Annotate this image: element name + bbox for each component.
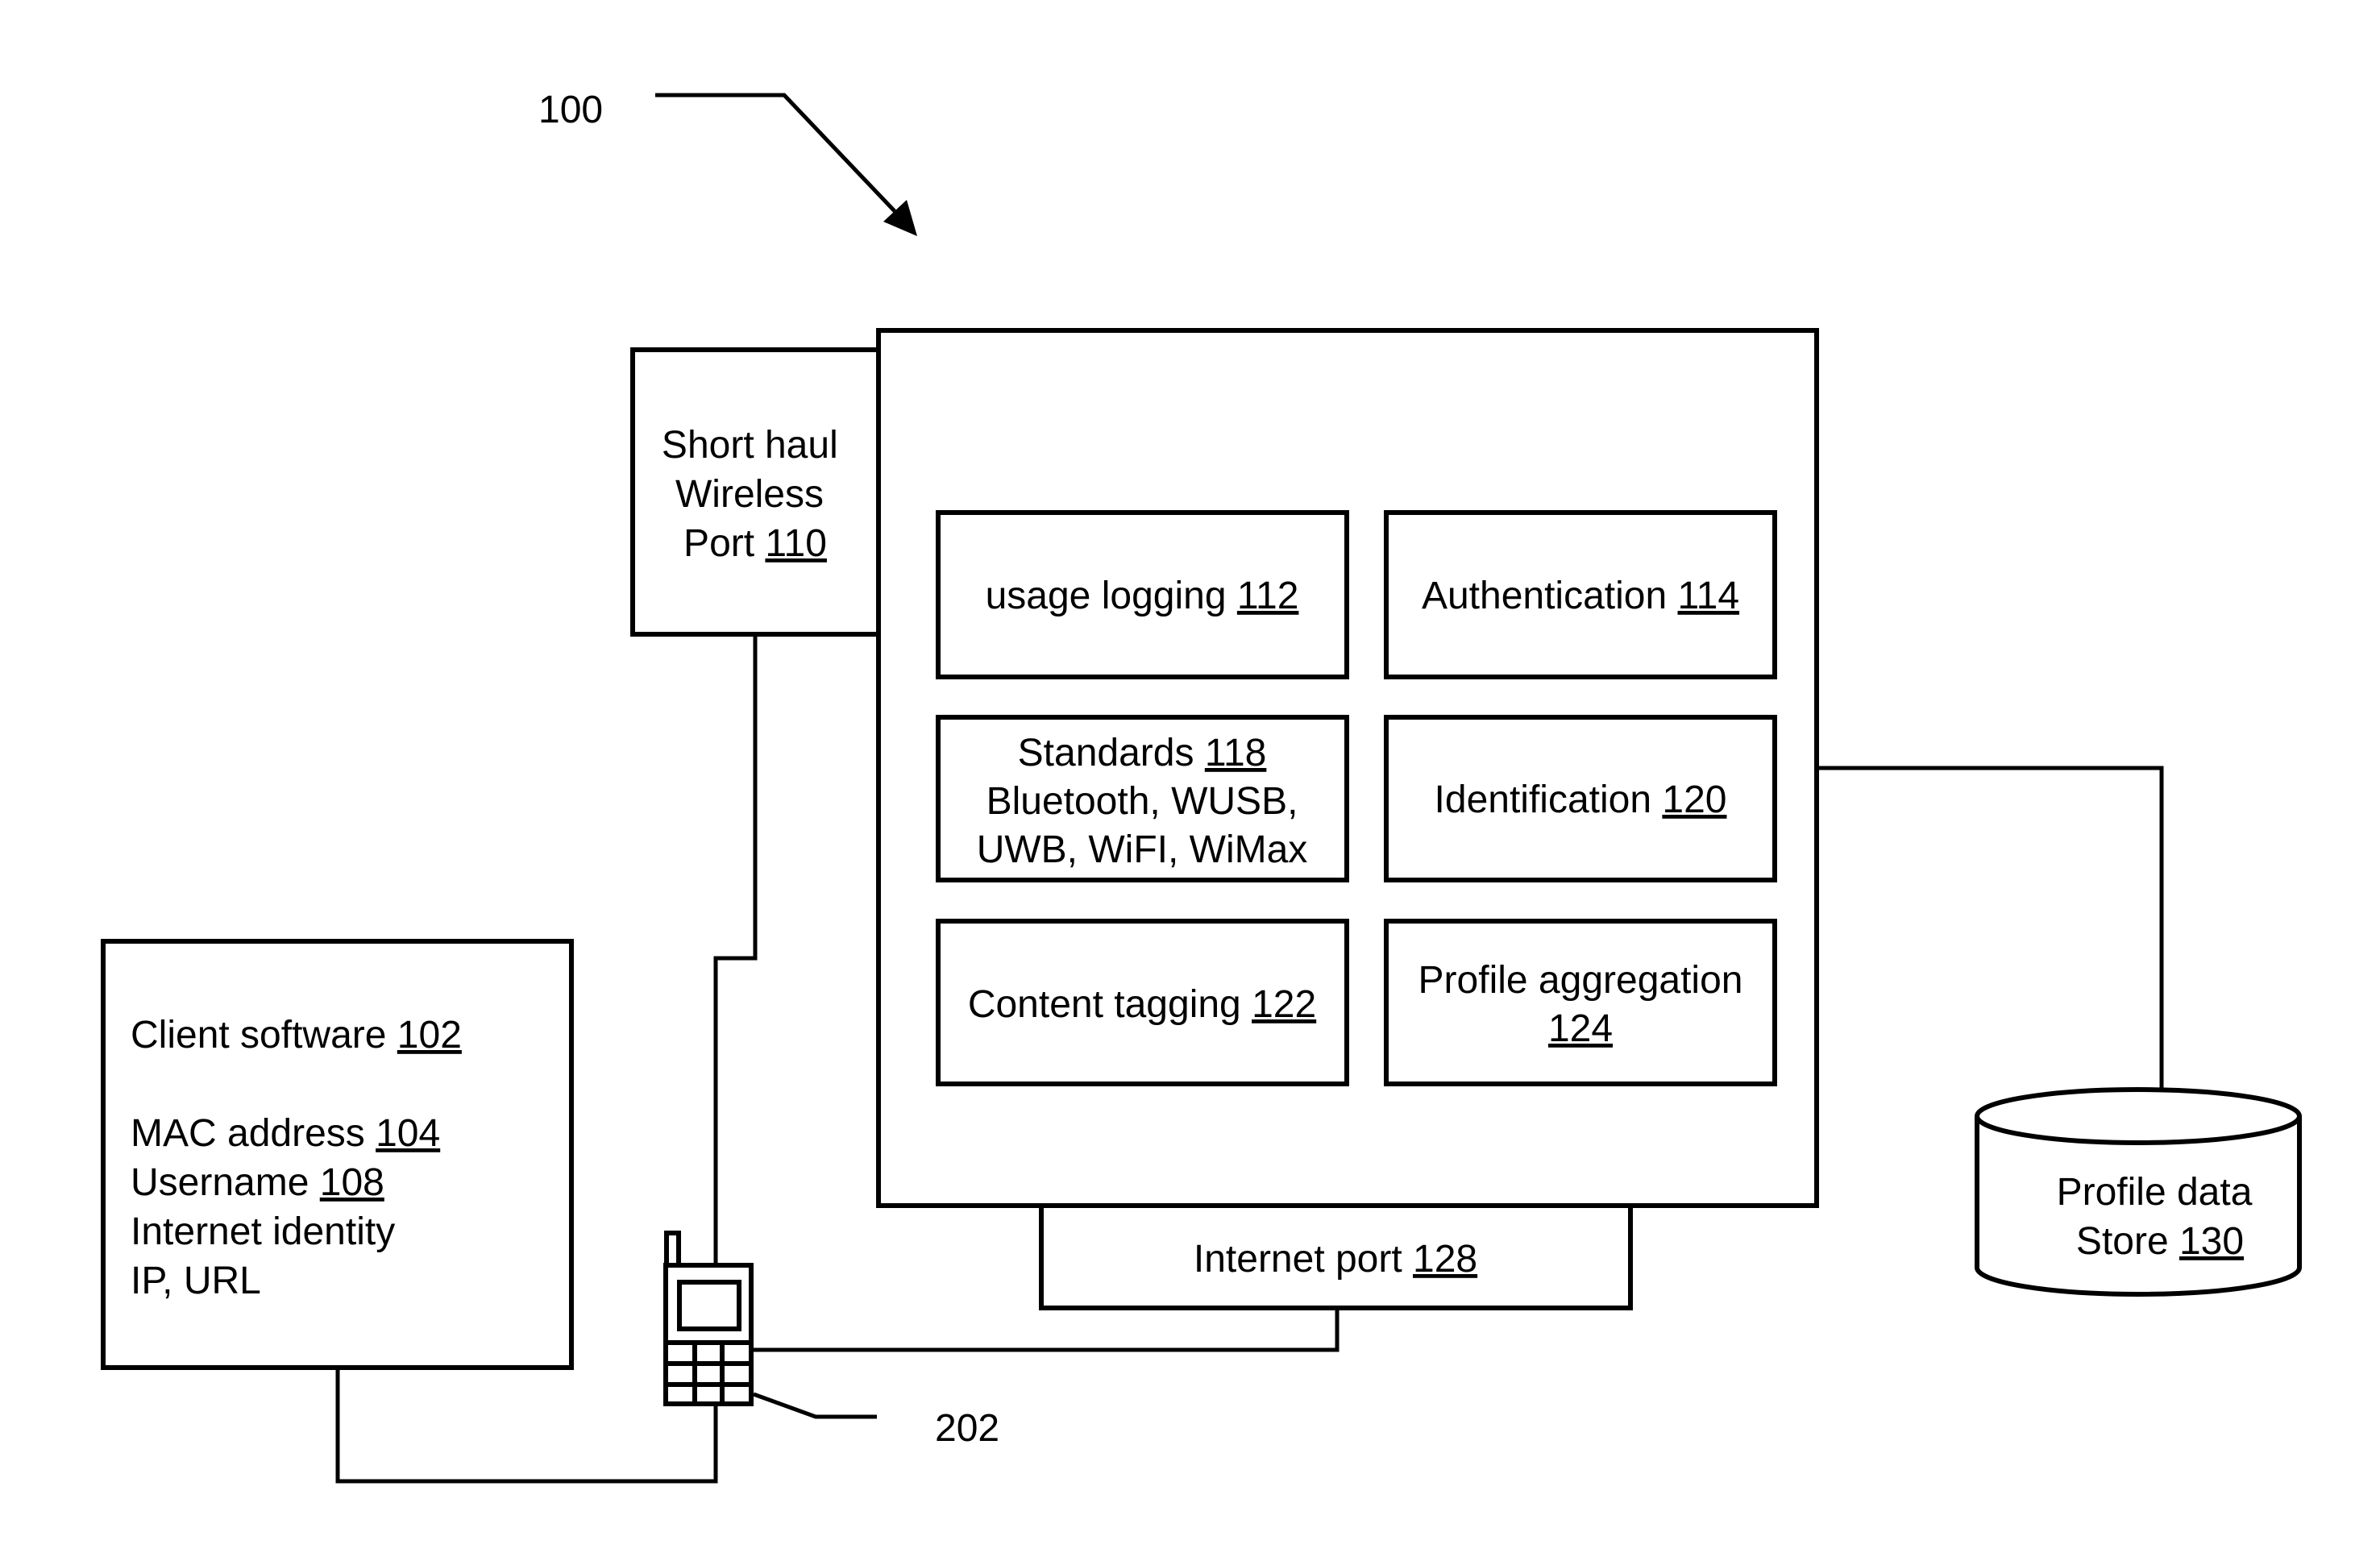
svg-text:Store 130: Store 130 [2076, 1220, 2244, 1263]
authentication-label: Authentication [1422, 575, 1678, 617]
profile-store-ref: 130 [2179, 1220, 2244, 1263]
client-username-label: Username [131, 1161, 320, 1204]
wire-server-to-store [1817, 766, 2164, 1106]
svg-text:Authentication 114: Authentication 114 [1422, 575, 1739, 617]
standards-label: Standards [1018, 732, 1205, 774]
phone-leader-line [753, 1392, 877, 1419]
client-title-ref: 102 [397, 1014, 462, 1057]
module-authentication-114: Authentication 114 [1384, 510, 1777, 679]
wire-client-to-phone [335, 1368, 718, 1484]
identification-label: Identification [1435, 778, 1663, 821]
phone-reference-label: 202 [935, 1407, 999, 1450]
profile-aggregation-ref: 124 [1548, 1007, 1613, 1050]
content-tagging-ref: 122 [1252, 983, 1316, 1026]
client-software-102: Client software 102 MAC address 104 User… [101, 939, 574, 1370]
svg-text:usage logging 112: usage logging 112 [986, 575, 1299, 617]
identification-ref: 120 [1662, 778, 1726, 821]
mobile-phone-icon [663, 1231, 754, 1406]
authentication-ref: 114 [1678, 575, 1740, 617]
svg-text:Standards 118: Standards 118 [1018, 732, 1267, 774]
system-diagram: 100 Internet port 128 Short haul Wireles… [101, 89, 2302, 1484]
cylinder-top [1975, 1087, 2302, 1145]
profile-aggregation-label: Profile aggregation [1418, 959, 1743, 1002]
short-haul-line-2: Wireless [675, 473, 824, 516]
svg-text:Content tagging 122: Content tagging 122 [968, 983, 1316, 1026]
svg-text:Identification 120: Identification 120 [1435, 778, 1727, 821]
client-identity: Internet identity [131, 1210, 395, 1253]
svg-text:Port 110: Port 110 [683, 522, 827, 565]
module-standards-118: Standards 118 Bluetooth, WUSB, UWB, WiFI… [936, 715, 1349, 882]
client-username-ref: 108 [320, 1161, 384, 1204]
svg-text:Client software 102: Client software 102 [131, 1014, 462, 1057]
client-ipurl: IP, URL [131, 1260, 261, 1302]
profile-store-label: Store [2076, 1220, 2179, 1263]
standards-line-3: UWB, WiFI, WiMax [977, 828, 1308, 871]
usage-logging-ref: 112 [1237, 575, 1299, 617]
short-haul-line-3: Port [683, 522, 765, 565]
short-haul-ref: 110 [765, 522, 827, 565]
short-haul-wireless-port-110: Short haul Wireless Port 110 [630, 347, 881, 637]
module-content-tagging-122: Content tagging 122 [936, 919, 1349, 1086]
internet-port-128: Internet port 128 [1039, 1190, 1633, 1310]
short-haul-line-1: Short haul [662, 424, 838, 467]
wire-phone-to-internet-port [754, 1308, 1340, 1352]
figure-pointer-arrow [655, 93, 917, 236]
client-title: Client software [131, 1014, 397, 1057]
svg-text:Internet port 128: Internet port 128 [1194, 1238, 1477, 1281]
svg-text:Username 108: Username 108 [131, 1161, 384, 1204]
svg-text:MAC address 104: MAC address 104 [131, 1112, 440, 1155]
client-mac-label: MAC address [131, 1112, 376, 1155]
usage-logging-label: usage logging [986, 575, 1237, 617]
wire-shorthaul-to-phone [713, 634, 758, 1264]
module-identification-120: Identification 120 [1384, 715, 1777, 882]
module-usage-logging-112: usage logging 112 [936, 510, 1349, 679]
profile-data-store-130: Profile data Store 130 [1975, 1087, 2302, 1297]
standards-line-2: Bluetooth, WUSB, [986, 780, 1298, 823]
standards-ref: 118 [1205, 732, 1267, 774]
internet-port-label: Internet port [1194, 1238, 1413, 1281]
module-profile-aggregation-124: Profile aggregation 124 [1384, 919, 1777, 1086]
content-tagging-label: Content tagging [968, 983, 1252, 1026]
internet-port-ref: 128 [1413, 1238, 1477, 1281]
client-mac-ref: 104 [376, 1112, 440, 1155]
phone-screen [677, 1280, 741, 1331]
figure-reference-label: 100 [538, 89, 603, 131]
profile-store-line-1: Profile data [2057, 1171, 2253, 1214]
